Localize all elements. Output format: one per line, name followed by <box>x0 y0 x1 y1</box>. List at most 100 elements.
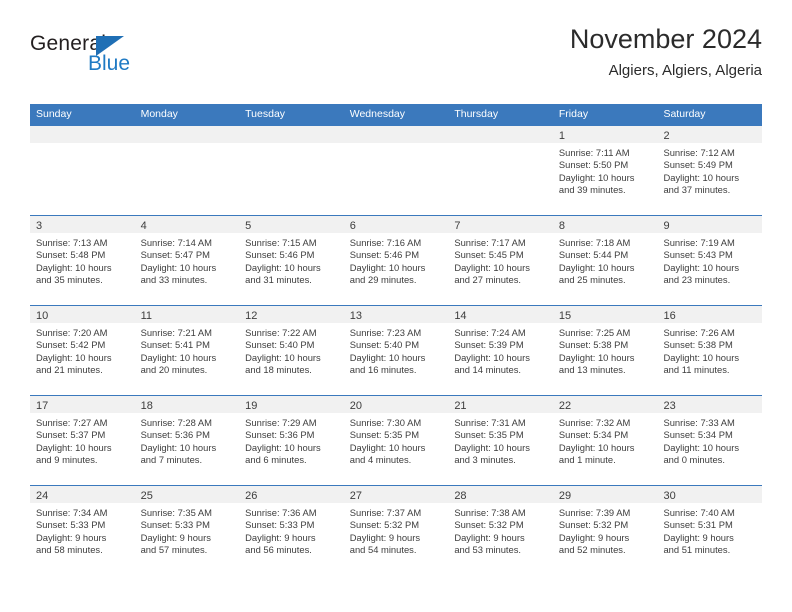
calendar-day-cell[interactable]: 14 Sunrise: 7:24 AM Sunset: 5:39 PM Dayl… <box>448 306 553 395</box>
calendar-day-cell[interactable]: 30 Sunrise: 7:40 AM Sunset: 5:31 PM Dayl… <box>657 486 763 575</box>
day-number-band <box>239 126 344 143</box>
day-details: Sunrise: 7:11 AM Sunset: 5:50 PM Dayligh… <box>553 143 658 196</box>
day-number: 17 <box>36 400 49 412</box>
day-number: 19 <box>245 400 258 412</box>
daylight-text-line2: and 11 minutes. <box>663 363 730 375</box>
calendar-day-cell[interactable]: 7 Sunrise: 7:17 AM Sunset: 5:45 PM Dayli… <box>448 216 553 305</box>
daylight-text-line2: and 0 minutes. <box>663 453 725 465</box>
logo-text-blue: Blue <box>88 52 131 75</box>
calendar-day-cell[interactable]: 28 Sunrise: 7:38 AM Sunset: 5:32 PM Dayl… <box>448 486 553 575</box>
daylight-text-line1: Daylight: 10 hours <box>558 171 635 183</box>
daylight-text-line1: Daylight: 10 hours <box>349 441 426 453</box>
day-number: 15 <box>558 310 572 322</box>
calendar-day-cell[interactable]: 19 Sunrise: 7:29 AM Sunset: 5:36 PM Dayl… <box>239 396 344 485</box>
daylight-text-line1: Daylight: 10 hours <box>663 351 740 363</box>
daylight-text-line1: Daylight: 9 hours <box>36 531 107 543</box>
daylight-text-line1: Daylight: 10 hours <box>558 261 635 273</box>
daylight-text-line1: Daylight: 10 hours <box>663 171 740 183</box>
calendar-day-cell[interactable]: 20 Sunrise: 7:30 AM Sunset: 5:35 PM Dayl… <box>343 396 449 485</box>
calendar-day-cell[interactable] <box>134 126 240 215</box>
day-number: 22 <box>558 400 572 412</box>
daylight-text-line1: Daylight: 10 hours <box>140 261 217 273</box>
sunrise-text: Sunrise: 7:40 AM <box>663 507 735 518</box>
day-details: Sunrise: 7:12 AM Sunset: 5:49 PM Dayligh… <box>657 143 762 196</box>
calendar-day-cell[interactable]: 8 Sunrise: 7:18 AM Sunset: 5:44 PM Dayli… <box>552 216 658 305</box>
calendar-week-row: 3 Sunrise: 7:13 AM Sunset: 5:48 PM Dayli… <box>30 215 763 305</box>
calendar-day-cell[interactable]: 13 Sunrise: 7:23 AM Sunset: 5:40 PM Dayl… <box>343 306 449 395</box>
day-number: 8 <box>558 220 566 232</box>
day-details: Sunrise: 7:14 AM Sunset: 5:47 PM Dayligh… <box>135 233 240 286</box>
calendar-day-cell[interactable]: 3 Sunrise: 7:13 AM Sunset: 5:48 PM Dayli… <box>30 216 135 305</box>
day-number-band: 24 <box>30 486 135 503</box>
sunset-text: Sunset: 5:33 PM <box>36 519 106 531</box>
day-details: Sunrise: 7:25 AM Sunset: 5:38 PM Dayligh… <box>553 323 658 376</box>
day-number-band: 9 <box>657 216 763 233</box>
sunrise-text: Sunrise: 7:30 AM <box>349 417 422 428</box>
day-number-band: 11 <box>134 306 240 323</box>
calendar-day-cell[interactable]: 27 Sunrise: 7:37 AM Sunset: 5:32 PM Dayl… <box>343 486 449 575</box>
daylight-text-line2: and 4 minutes. <box>349 453 412 465</box>
sunrise-text: Sunrise: 7:13 AM <box>36 237 108 248</box>
daylight-text-line2: and 57 minutes. <box>140 543 208 555</box>
calendar-day-cell[interactable]: 9 Sunrise: 7:19 AM Sunset: 5:43 PM Dayli… <box>657 216 763 305</box>
day-number-band: 20 <box>343 396 449 413</box>
calendar-day-cell[interactable] <box>343 126 449 215</box>
day-number-band: 22 <box>552 396 658 413</box>
day-number-band: 23 <box>657 396 763 413</box>
day-number: 6 <box>349 220 356 232</box>
sunset-text: Sunset: 5:46 PM <box>349 249 420 261</box>
sunrise-text: Sunrise: 7:20 AM <box>36 327 108 338</box>
page-subtitle-location: Algiers, Algiers, Algeria <box>608 62 762 79</box>
daylight-text-line2: and 7 minutes. <box>140 453 203 465</box>
day-number: 18 <box>140 400 153 412</box>
calendar-day-cell[interactable]: 6 Sunrise: 7:16 AM Sunset: 5:46 PM Dayli… <box>343 216 449 305</box>
day-details: Sunrise: 7:29 AM Sunset: 5:36 PM Dayligh… <box>239 413 344 466</box>
calendar-day-cell[interactable] <box>448 126 553 215</box>
calendar-day-cell[interactable]: 5 Sunrise: 7:15 AM Sunset: 5:46 PM Dayli… <box>239 216 344 305</box>
sunset-text: Sunset: 5:34 PM <box>558 429 629 441</box>
calendar-day-cell[interactable]: 25 Sunrise: 7:35 AM Sunset: 5:33 PM Dayl… <box>134 486 240 575</box>
day-number-band: 5 <box>239 216 344 233</box>
sunrise-text: Sunrise: 7:39 AM <box>558 507 631 518</box>
day-number: 2 <box>663 130 670 142</box>
calendar-day-cell[interactable] <box>239 126 344 215</box>
daylight-text-line2: and 9 minutes. <box>36 453 98 465</box>
calendar-day-cell[interactable]: 29 Sunrise: 7:39 AM Sunset: 5:32 PM Dayl… <box>552 486 658 575</box>
page-title: November 2024 <box>569 24 762 54</box>
sunset-text: Sunset: 5:32 PM <box>349 519 420 531</box>
calendar-day-cell[interactable]: 4 Sunrise: 7:14 AM Sunset: 5:47 PM Dayli… <box>134 216 240 305</box>
sunrise-text: Sunrise: 7:31 AM <box>454 417 526 428</box>
calendar-day-cell[interactable]: 17 Sunrise: 7:27 AM Sunset: 5:37 PM Dayl… <box>30 396 135 485</box>
day-number-band: 14 <box>448 306 553 323</box>
calendar-day-cell[interactable]: 21 Sunrise: 7:31 AM Sunset: 5:35 PM Dayl… <box>448 396 553 485</box>
calendar-day-cell[interactable]: 10 Sunrise: 7:20 AM Sunset: 5:42 PM Dayl… <box>30 306 135 395</box>
day-number-band: 15 <box>552 306 658 323</box>
day-number: 26 <box>245 490 258 502</box>
calendar-day-cell[interactable]: 15 Sunrise: 7:25 AM Sunset: 5:38 PM Dayl… <box>552 306 658 395</box>
daylight-text-line2: and 14 minutes. <box>454 363 522 375</box>
calendar-day-cell[interactable]: 23 Sunrise: 7:33 AM Sunset: 5:34 PM Dayl… <box>657 396 763 485</box>
calendar-day-cell[interactable]: 2 Sunrise: 7:12 AM Sunset: 5:49 PM Dayli… <box>657 126 763 215</box>
calendar-day-cell[interactable]: 22 Sunrise: 7:32 AM Sunset: 5:34 PM Dayl… <box>552 396 658 485</box>
calendar-day-cell[interactable]: 11 Sunrise: 7:21 AM Sunset: 5:41 PM Dayl… <box>134 306 240 395</box>
day-number: 14 <box>454 310 467 322</box>
day-number-band: 6 <box>343 216 449 233</box>
calendar-day-cell[interactable]: 18 Sunrise: 7:28 AM Sunset: 5:36 PM Dayl… <box>134 396 240 485</box>
calendar-day-cell[interactable]: 24 Sunrise: 7:34 AM Sunset: 5:33 PM Dayl… <box>30 486 135 575</box>
daylight-text-line1: Daylight: 10 hours <box>558 441 635 453</box>
calendar-day-cell[interactable]: 12 Sunrise: 7:22 AM Sunset: 5:40 PM Dayl… <box>239 306 344 395</box>
sunrise-text: Sunrise: 7:17 AM <box>454 237 526 248</box>
calendar-day-cell[interactable] <box>30 126 135 215</box>
daylight-text-line1: Daylight: 10 hours <box>454 441 530 453</box>
calendar-day-cell[interactable]: 16 Sunrise: 7:26 AM Sunset: 5:38 PM Dayl… <box>657 306 763 395</box>
day-number-band: 12 <box>239 306 344 323</box>
day-details: Sunrise: 7:22 AM Sunset: 5:40 PM Dayligh… <box>239 323 344 376</box>
sunset-text: Sunset: 5:33 PM <box>245 519 315 531</box>
sunset-text: Sunset: 5:46 PM <box>245 249 315 261</box>
day-number-band: 28 <box>448 486 553 503</box>
calendar-day-cell[interactable]: 1 Sunrise: 7:11 AM Sunset: 5:50 PM Dayli… <box>552 126 658 215</box>
calendar-day-cell[interactable]: 26 Sunrise: 7:36 AM Sunset: 5:33 PM Dayl… <box>239 486 344 575</box>
day-number: 25 <box>140 490 153 502</box>
day-details: Sunrise: 7:33 AM Sunset: 5:34 PM Dayligh… <box>657 413 762 466</box>
daylight-text-line2: and 18 minutes. <box>245 363 312 375</box>
